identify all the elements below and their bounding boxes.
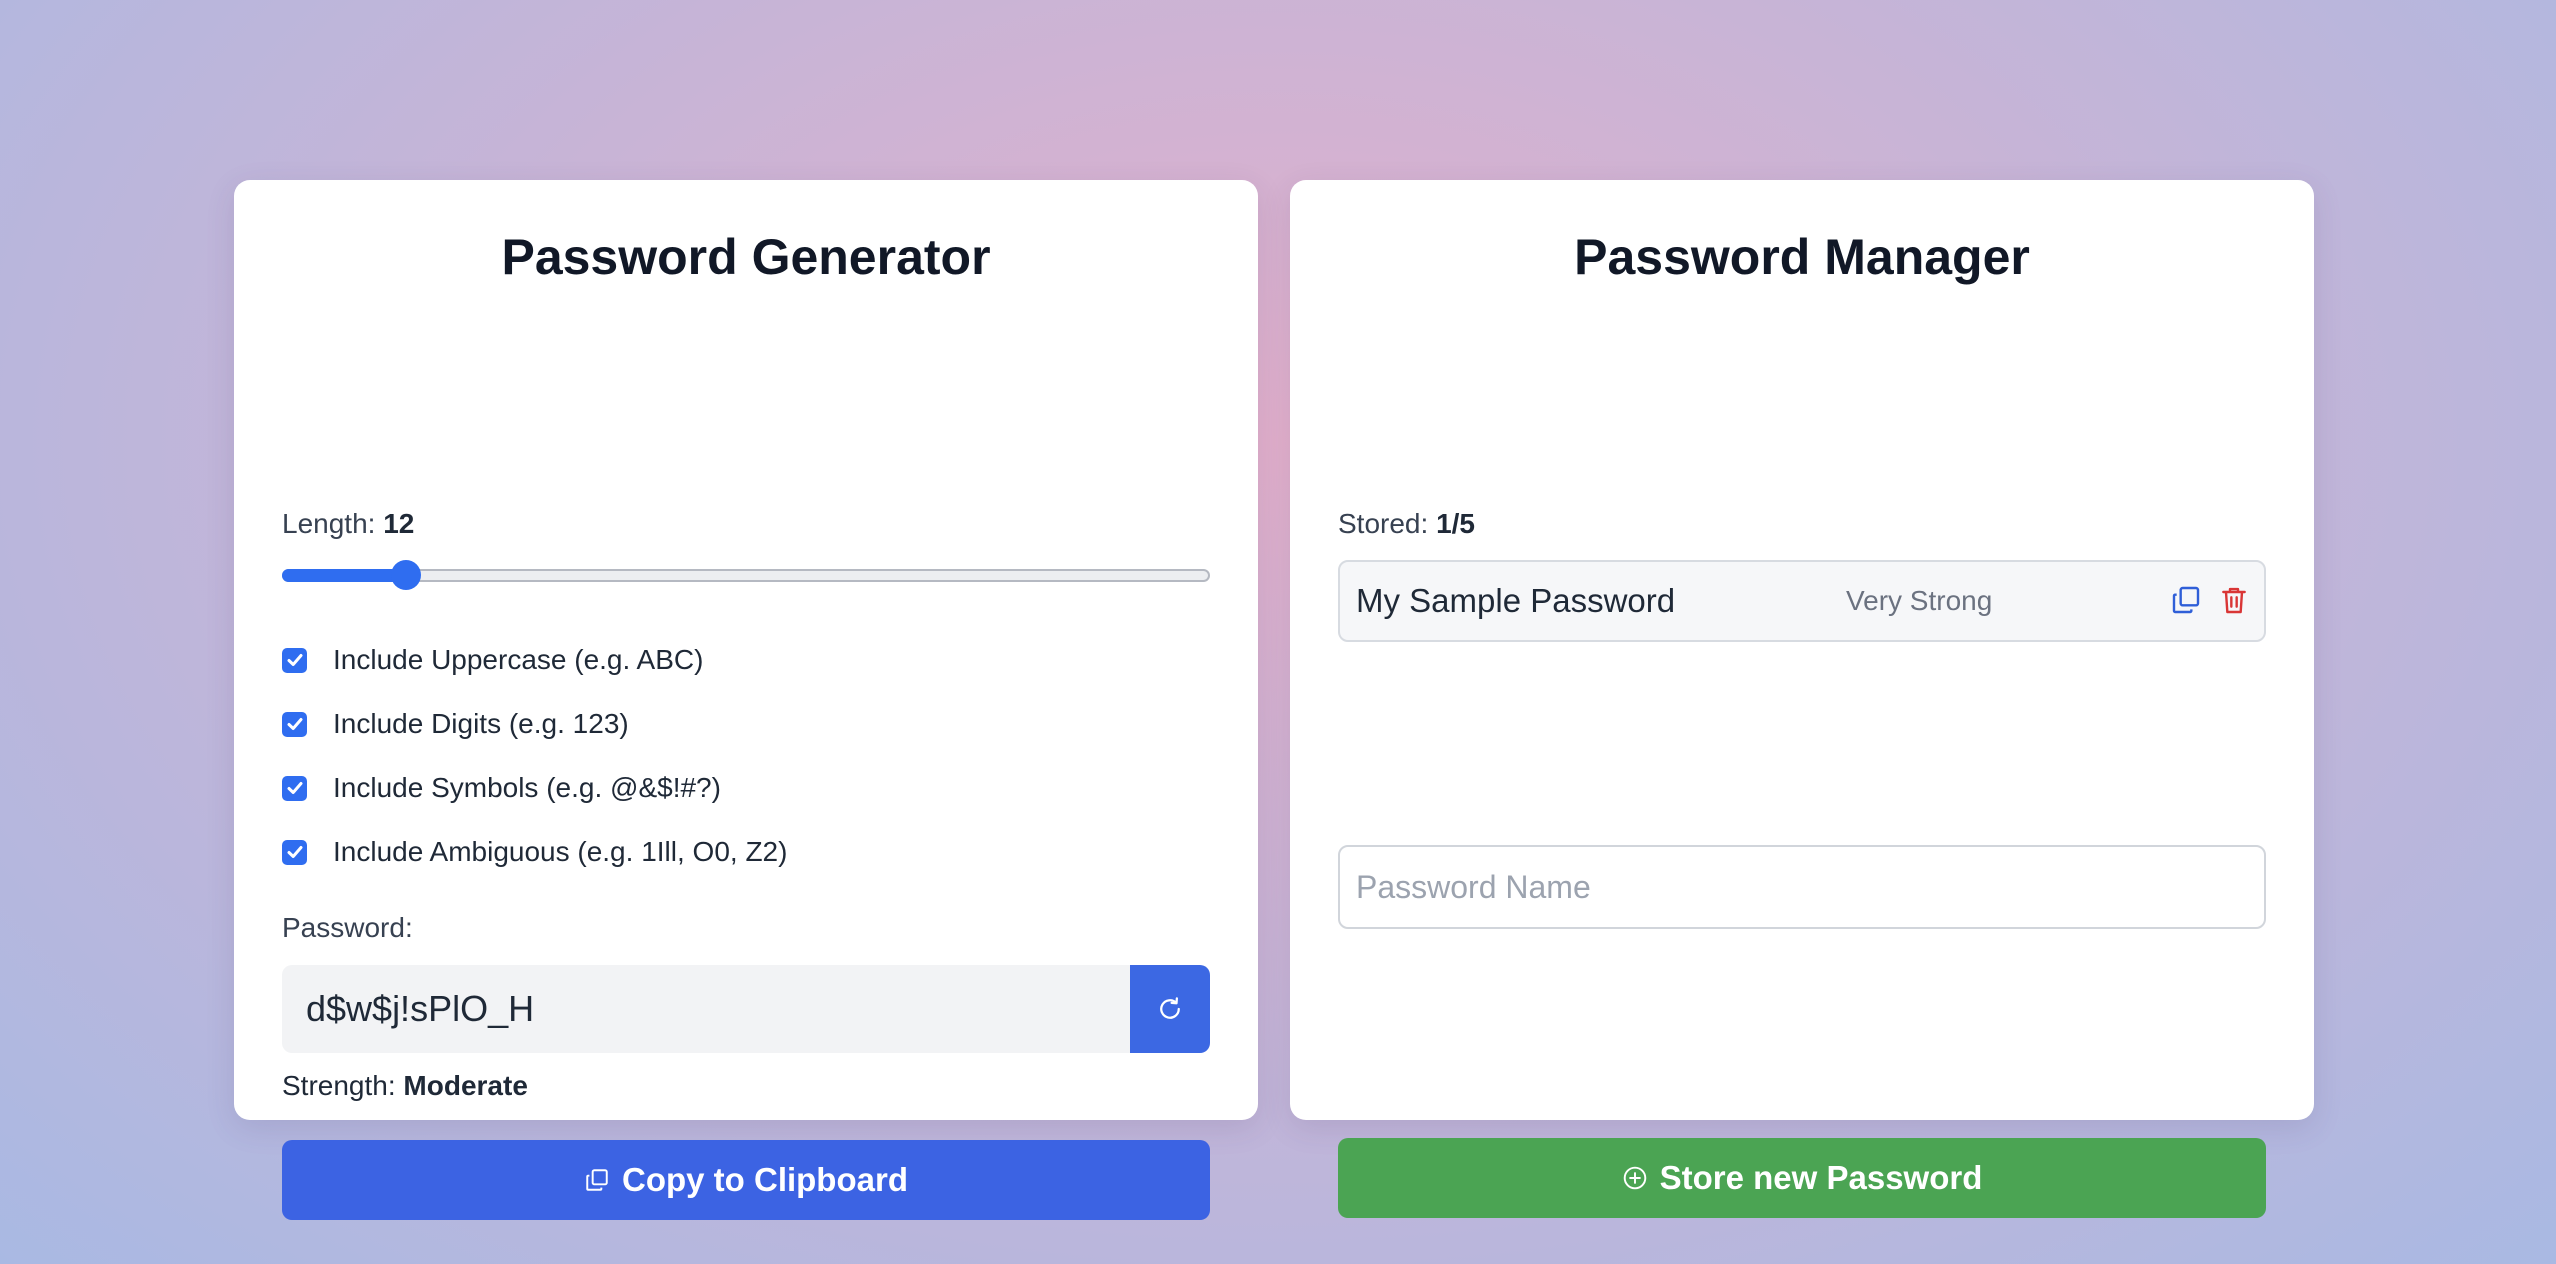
- entry-strength: Very Strong: [1846, 585, 1993, 616]
- password-output[interactable]: d$w$j!sPlO_H: [282, 965, 1130, 1053]
- copy-button-label: Copy to Clipboard: [622, 1161, 908, 1198]
- entry-copy-button[interactable]: [2170, 584, 2202, 616]
- strength-label: Strength:: [282, 1070, 396, 1101]
- length-slider-track: [282, 569, 1210, 582]
- length-value: 12: [383, 508, 415, 539]
- stored-readout: Stored: 1/5: [1338, 508, 1475, 540]
- refresh-icon: [1160, 997, 1180, 1019]
- checkmark-icon: [287, 654, 302, 666]
- copy-icon: [2172, 586, 2200, 614]
- password-row: d$w$j!sPlO_H: [282, 965, 1210, 1053]
- option-symbols-label: Include Symbols (e.g. @&$!#?): [333, 772, 721, 803]
- option-ambiguous-label: Include Ambiguous (e.g. 1Ill, O0, Z2): [333, 836, 788, 867]
- entry-delete-button[interactable]: [2218, 584, 2250, 616]
- password-manager-card: Password Manager Stored: 1/5 My Sample P…: [1290, 180, 2314, 1218]
- copy-icon: [586, 1169, 608, 1191]
- generator-title: Password Generator: [501, 229, 991, 285]
- store-new-password-button[interactable]: Store new Password: [1338, 1138, 2266, 1218]
- trash-icon: [2222, 587, 2246, 614]
- option-ambiguous[interactable]: Include Ambiguous (e.g. 1Ill, O0, Z2): [282, 836, 787, 868]
- plus-circle-icon: [1623, 1166, 1646, 1190]
- option-digits-label: Include Digits (e.g. 123): [333, 708, 629, 739]
- checkbox-uppercase[interactable]: [282, 647, 307, 673]
- checkbox-digits[interactable]: [282, 711, 307, 737]
- password-entry[interactable]: My Sample Password Very Strong: [1338, 560, 2266, 642]
- store-button-label: Store new Password: [1659, 1159, 1983, 1196]
- stored-value: 1/5: [1436, 508, 1475, 539]
- password-generator-card: Password Generator Length: 12 Include Up…: [234, 180, 1258, 1220]
- strength-value: Moderate: [403, 1070, 528, 1101]
- checkbox-ambiguous[interactable]: [282, 839, 307, 865]
- password-name-input[interactable]: [1338, 845, 2266, 929]
- length-readout: Length: 12: [282, 508, 414, 540]
- stored-label: Stored:: [1338, 508, 1429, 539]
- option-symbols[interactable]: Include Symbols (e.g. @&$!#?): [282, 772, 721, 804]
- length-label: Length:: [282, 508, 376, 539]
- checkmark-icon: [287, 846, 302, 858]
- length-slider-thumb[interactable]: [390, 560, 421, 590]
- manager-title: Password Manager: [1574, 229, 2030, 285]
- strength-readout: Strength: Moderate: [282, 1070, 528, 1102]
- checkmark-icon: [287, 782, 302, 794]
- length-slider[interactable]: [282, 560, 1210, 590]
- length-slider-fill: [282, 569, 406, 582]
- copy-to-clipboard-button[interactable]: Copy to Clipboard: [282, 1140, 1210, 1220]
- checkmark-icon: [287, 718, 302, 730]
- regenerate-button[interactable]: [1130, 965, 1210, 1053]
- option-digits[interactable]: Include Digits (e.g. 123): [282, 708, 629, 740]
- entry-name: My Sample Password: [1356, 582, 1676, 619]
- option-uppercase[interactable]: Include Uppercase (e.g. ABC): [282, 644, 703, 676]
- checkbox-symbols[interactable]: [282, 775, 307, 801]
- password-label: Password:: [282, 912, 413, 943]
- option-uppercase-label: Include Uppercase (e.g. ABC): [333, 644, 704, 675]
